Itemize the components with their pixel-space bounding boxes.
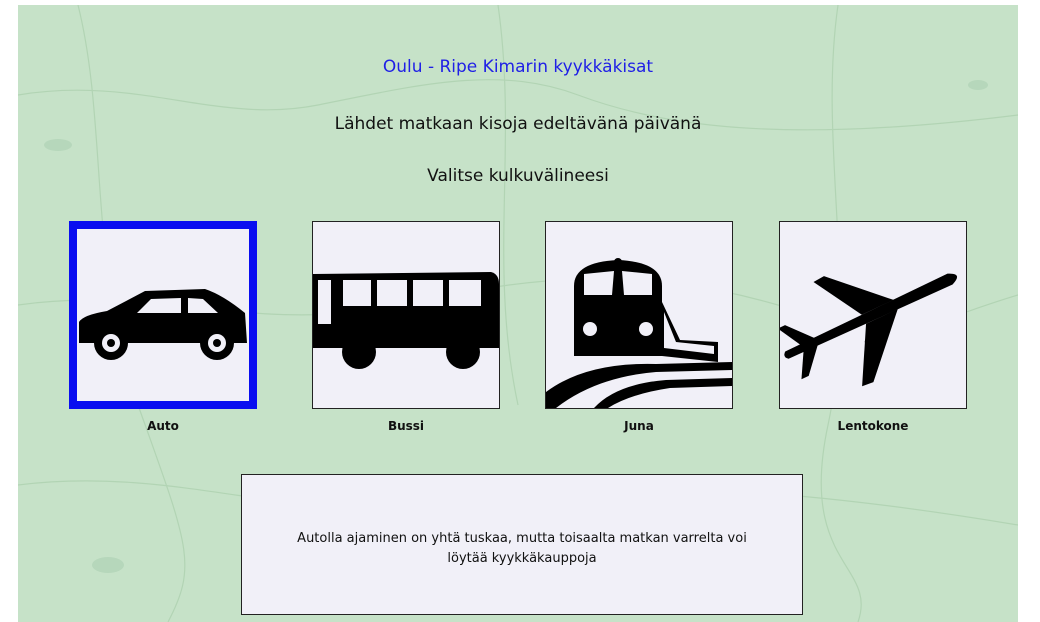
- description-box: Autolla ajaminen on yhtä tuskaa, mutta t…: [241, 474, 803, 615]
- option-label-auto: Auto: [147, 419, 179, 433]
- option-lentokone-button[interactable]: [779, 221, 967, 409]
- option-label-bussi: Bussi: [387, 419, 425, 433]
- description-text: Autolla ajaminen on yhtä tuskaa, mutta t…: [297, 530, 747, 566]
- bus-icon: [313, 272, 499, 369]
- airplane-icon: [780, 273, 958, 387]
- option-auto-button[interactable]: [69, 221, 257, 409]
- option-juna-button[interactable]: [545, 221, 733, 409]
- game-stage: Oulu - Ripe Kimarin kyykkäkisat Lähdet m…: [18, 5, 1018, 622]
- option-label-juna: Juna: [624, 419, 654, 433]
- page-title: Oulu - Ripe Kimarin kyykkäkisat: [382, 57, 654, 77]
- car-icon: [79, 289, 247, 360]
- intro-text: Lähdet matkaan kisoja edeltävänä päivänä: [334, 114, 702, 134]
- train-icon: [546, 258, 732, 408]
- option-label-lentokone: Lentokone: [837, 419, 909, 433]
- option-bussi-button[interactable]: [312, 221, 500, 409]
- choose-prompt: Valitse kulkuvälineesi: [427, 166, 609, 186]
